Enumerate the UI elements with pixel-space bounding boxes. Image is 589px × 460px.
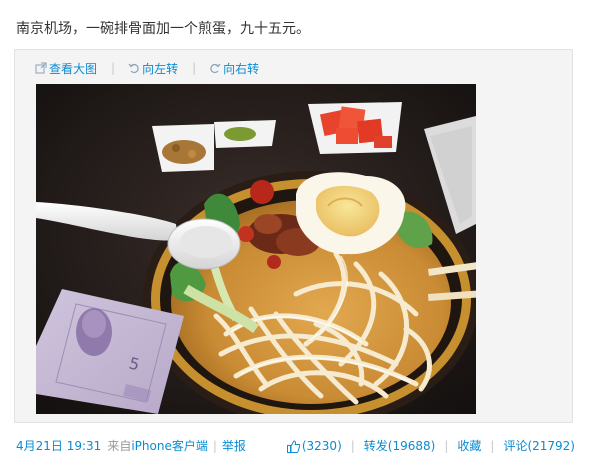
toolbar-separator: | xyxy=(111,61,116,75)
favorite-button[interactable]: 收藏 xyxy=(457,437,481,455)
view-large-image-label: 查看大图 xyxy=(49,61,98,76)
action-separator: | xyxy=(350,439,355,453)
toolbar-separator: | xyxy=(192,61,197,75)
like-count: (3230) xyxy=(301,439,342,453)
post-footer: 4月21日 19:31 来自 iPhone客户端 | 举报 (3230) | 转… xyxy=(16,437,575,455)
source-link[interactable]: iPhone客户端 xyxy=(131,437,208,455)
media-toolbar: 查看大图 | 向左转 | 向右转 xyxy=(35,59,259,77)
source-prefix: 来自 xyxy=(107,439,132,453)
rotate-left-label: 向左转 xyxy=(142,61,179,76)
post-actions: (3230) | 转发(19688) | 收藏 | 评论(21792) xyxy=(286,437,575,455)
rotate-left-link[interactable]: 向左转 xyxy=(128,60,178,77)
meta-separator: | xyxy=(212,439,217,453)
action-separator: | xyxy=(490,439,495,453)
comment-button[interactable]: 评论(21792) xyxy=(503,437,575,455)
view-large-image-link[interactable]: 查看大图 xyxy=(35,60,97,77)
post-time-link[interactable]: 4月21日 19:31 xyxy=(16,437,101,455)
thumbs-up-icon xyxy=(286,439,300,453)
report-link[interactable]: 举报 xyxy=(222,437,246,455)
like-button[interactable]: (3230) xyxy=(286,437,342,455)
rotate-right-icon xyxy=(210,63,221,74)
media-box: 查看大图 | 向左转 | 向右转 5 xyxy=(14,49,573,423)
weibo-post: 南京机场，一碗排骨面加一个煎蛋，九十五元。 查看大图 | 向左转 | 向右转 5… xyxy=(0,0,589,460)
rotate-left-icon xyxy=(128,63,139,74)
action-separator: | xyxy=(444,439,449,453)
repost-button[interactable]: 转发(19688) xyxy=(364,437,436,455)
post-photo[interactable]: 5 xyxy=(36,84,476,414)
rotate-right-label: 向右转 xyxy=(223,61,260,76)
rotate-right-link[interactable]: 向右转 xyxy=(209,60,259,77)
watermelon-dish xyxy=(308,102,402,154)
post-meta: 4月21日 19:31 来自 iPhone客户端 | 举报 xyxy=(16,437,246,455)
enlarge-icon xyxy=(35,62,47,74)
post-text: 南京机场，一碗排骨面加一个煎蛋，九十五元。 xyxy=(16,21,310,37)
